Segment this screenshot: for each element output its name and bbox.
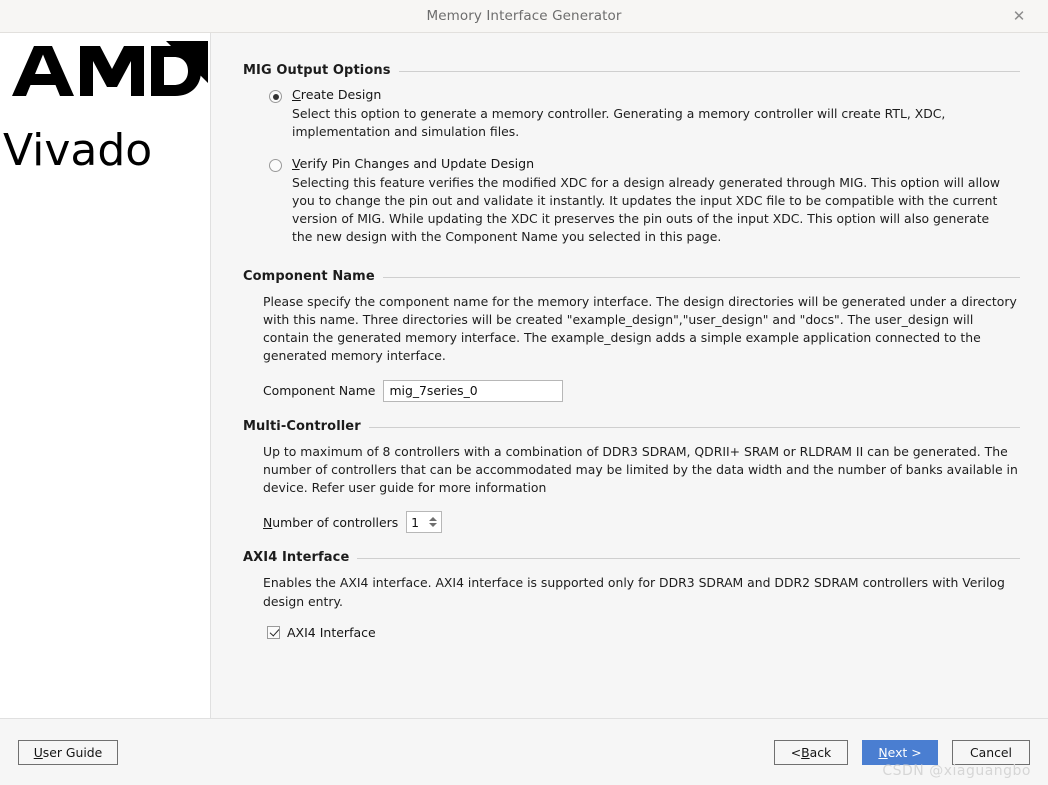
stepper-arrows — [426, 512, 441, 532]
window-title: Memory Interface Generator — [426, 8, 622, 24]
next-button[interactable]: Next > — [862, 739, 938, 765]
watermark: CSDN @xiaguangbo — [882, 763, 1031, 779]
section-header-mig-output-options: MIG Output Options — [243, 63, 1020, 78]
footer-actions: < Back Next > Cancel — [774, 739, 1030, 765]
section-divider — [368, 426, 1020, 428]
section-component-name: Component Name Please specify the compon… — [243, 269, 1020, 402]
section-header-axi4-interface: AXI4 Interface — [243, 550, 1020, 565]
product-name: Vivado — [3, 125, 153, 176]
chevron-up-icon[interactable] — [428, 517, 437, 522]
section-divider — [357, 558, 1020, 560]
cancel-button[interactable]: Cancel — [952, 739, 1030, 765]
accel-key: N — [263, 514, 273, 530]
section-title: Component Name — [243, 268, 375, 284]
section-divider — [382, 276, 1020, 278]
radio-option-body: Create Design Select this option to gene… — [292, 87, 1004, 141]
number-of-controllers-label: Number of controllers — [263, 515, 398, 530]
multi-controller-description-block: Up to maximum of 8 controllers with a co… — [243, 443, 1020, 498]
radio-option-body: Verify Pin Changes and Update Design Sel… — [292, 156, 1004, 247]
section-mig-output-options: MIG Output Options Create Design Select … — [243, 63, 1020, 247]
label-rest: ext > — [887, 744, 922, 760]
section-header-component-name: Component Name — [243, 269, 1020, 284]
component-name-field-row: Component Name — [243, 379, 1020, 402]
accel-key: V — [292, 156, 300, 172]
accel-key: C — [292, 87, 301, 102]
radio-option-create-design[interactable]: Create Design Select this option to gene… — [243, 87, 1020, 141]
mig-wizard-window: Memory Interface Generator ✕ Vivado MIG … — [0, 0, 1048, 785]
amd-logo-icon — [12, 41, 208, 96]
wizard-footer: User Guide < Back Next > Cancel CSDN @xi… — [0, 718, 1048, 785]
axi4-interface-checkbox[interactable] — [267, 625, 280, 639]
section-divider — [398, 71, 1020, 72]
back-button[interactable]: < Back — [774, 739, 848, 765]
section-multi-controller: Multi-Controller Up to maximum of 8 cont… — [243, 419, 1020, 534]
label-rest: ser Guide — [42, 744, 103, 760]
window-titlebar: Memory Interface Generator ✕ — [0, 0, 1048, 33]
section-title: MIG Output Options — [243, 63, 391, 78]
window-body: Vivado MIG Output Options Create Design … — [0, 33, 1048, 718]
radio-create-design-icon[interactable] — [269, 90, 282, 103]
close-icon[interactable]: ✕ — [1010, 7, 1028, 25]
accel-key: N — [878, 744, 888, 760]
user-guide-button[interactable]: User Guide — [18, 739, 118, 765]
wizard-content-panel: MIG Output Options Create Design Select … — [211, 33, 1048, 718]
radio-verify-pin-changes-icon[interactable] — [269, 159, 282, 173]
stepper-value[interactable]: 1 — [407, 512, 426, 532]
label-rest: umber of controllers — [272, 514, 399, 530]
multi-controller-description: Up to maximum of 8 controllers with a co… — [263, 443, 1018, 496]
component-name-label: Component Name — [263, 383, 376, 399]
section-header-multi-controller: Multi-Controller — [243, 419, 1020, 434]
radio-create-design-label: Create Design — [292, 87, 1004, 104]
component-name-description: Please specify the component name for th… — [263, 293, 1017, 364]
radio-verify-pin-changes-description: Selecting this feature verifies the modi… — [292, 174, 1001, 245]
section-title: Multi-Controller — [243, 418, 361, 434]
section-axi4-interface: AXI4 Interface Enables the AXI4 interfac… — [243, 550, 1020, 640]
label-prefix: < — [790, 744, 802, 760]
number-of-controllers-stepper[interactable]: 1 — [406, 511, 443, 534]
component-name-description-block: Please specify the component name for th… — [243, 293, 1020, 366]
axi4-description-block: Enables the AXI4 interface. AXI4 interfa… — [243, 574, 1020, 610]
accel-key: B — [801, 744, 810, 760]
axi4-interface-checkbox-label: AXI4 Interface — [287, 624, 376, 640]
label-rest: ack — [809, 744, 832, 760]
component-name-input[interactable] — [383, 379, 564, 402]
axi4-description: Enables the AXI4 interface. AXI4 interfa… — [263, 575, 1005, 609]
label-rest: erify Pin Changes and Update Design — [299, 156, 535, 172]
label-rest: reate Design — [300, 87, 382, 102]
branding-sidebar: Vivado — [0, 33, 211, 718]
section-title: AXI4 Interface — [243, 550, 350, 566]
radio-verify-pin-changes-label: Verify Pin Changes and Update Design — [292, 156, 1004, 173]
chevron-down-icon[interactable] — [428, 523, 437, 528]
radio-option-verify-pin-changes[interactable]: Verify Pin Changes and Update Design Sel… — [243, 156, 1020, 247]
accel-key: U — [33, 744, 43, 760]
radio-create-design-description: Select this option to generate a memory … — [292, 105, 946, 139]
number-of-controllers-row: Number of controllers 1 — [243, 511, 1020, 534]
axi4-interface-checkbox-row[interactable]: AXI4 Interface — [243, 625, 1020, 640]
